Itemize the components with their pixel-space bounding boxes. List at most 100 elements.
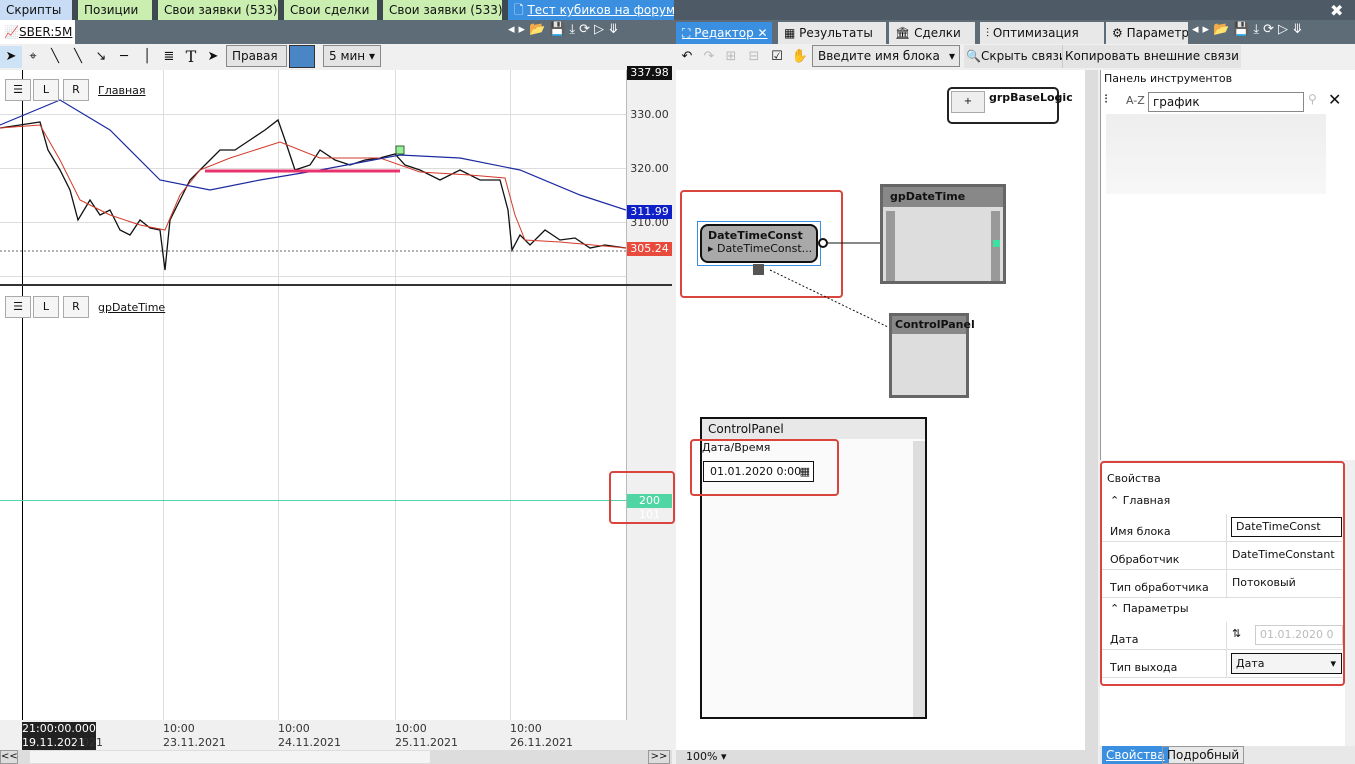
pane-title-main[interactable]: Главная	[98, 84, 146, 97]
expand-button[interactable]: +	[951, 91, 985, 113]
close-icon[interactable]: ✕	[758, 26, 768, 40]
prop-key: Дата	[1110, 633, 1139, 646]
value-line	[0, 500, 626, 501]
document-icon: 🗋	[514, 3, 528, 17]
left-axis-button[interactable]: L	[33, 296, 59, 318]
panel-connection	[769, 269, 889, 328]
time-tick: 10:00 26.11.2021	[510, 722, 573, 749]
right-axis-button[interactable]: R	[63, 296, 89, 318]
top-price-label: 337.98	[627, 66, 672, 80]
price-tick: 320.00	[630, 162, 669, 175]
prop-row: Обработчик DateTimeConstant	[1102, 542, 1342, 570]
properties-title: Свойства	[1107, 472, 1161, 485]
hand-icon[interactable]: ✋	[789, 46, 811, 68]
axis-side-select[interactable]: Правая ▾	[226, 45, 287, 83]
timeframe-select[interactable]: 5 мин ▾	[323, 45, 381, 67]
price-tick: 330.00	[630, 108, 669, 121]
search-icon[interactable]: ⚲	[1308, 92, 1317, 106]
scroll-end-button[interactable]: >>	[648, 750, 670, 764]
section-params[interactable]: ⌃ Параметры	[1110, 602, 1189, 615]
controlpanel-block[interactable]: ControlPanel	[889, 313, 975, 398]
panel-scrollbar[interactable]	[913, 441, 925, 717]
tab-details[interactable]: Подробный	[1162, 746, 1245, 764]
pointer-icon[interactable]: ➤	[0, 46, 22, 68]
text-icon[interactable]: T	[180, 46, 202, 68]
tab-parameters[interactable]: ⚙ Параметр	[1106, 22, 1188, 44]
crosshair-icon[interactable]: ⌖	[22, 46, 44, 68]
color-picker[interactable]	[289, 45, 315, 68]
hide-links-button[interactable]: 🔍Скрыть связи	[964, 45, 1069, 68]
tab-optimization[interactable]: ⫶ Оптимизация	[980, 22, 1104, 44]
block-title: ControlPanel	[892, 316, 975, 334]
scroll-start-button[interactable]: <<	[0, 750, 18, 764]
prop-row: Тип выхода Дата ▾	[1102, 650, 1342, 678]
left-axis-button[interactable]: L	[33, 79, 59, 101]
tools-icon[interactable]: ✖	[1330, 1, 1343, 20]
tab-label: Свои заявки (533)	[164, 3, 278, 17]
toolbox-search-input[interactable]: график	[1148, 92, 1304, 112]
blurred-results	[1106, 114, 1326, 194]
prop-key: Тип обработчика	[1110, 581, 1209, 594]
chart-tab-tools[interactable]: ◂▸📂💾⤓⟳▷⤋	[508, 22, 623, 37]
category-view-icon[interactable]: ⁝	[1104, 92, 1124, 112]
tab-my-trades[interactable]: Свои сделки	[284, 0, 383, 20]
line-icon[interactable]: ╲	[44, 46, 66, 68]
fibonacci-icon[interactable]: ≣	[158, 46, 180, 68]
canvas-vscroll[interactable]	[1085, 70, 1098, 750]
distribute-icon[interactable]: ⊟	[743, 46, 765, 68]
select-all-icon[interactable]: ➤	[202, 46, 224, 68]
group-block[interactable]: + grpBaseLogic	[947, 87, 1073, 124]
output-type-select[interactable]: Дата ▾	[1231, 653, 1342, 674]
editor-tab-tools[interactable]: ◂▸📂💾⤓⟳▷⤋	[1192, 22, 1307, 37]
scroll-thumb[interactable]	[30, 751, 430, 763]
align-icon[interactable]: ⊞	[720, 46, 742, 68]
prop-key: Обработчик	[1110, 553, 1180, 566]
ray-icon[interactable]: ╲	[67, 46, 89, 68]
redo-icon[interactable]: ↷	[698, 46, 720, 68]
tab-editor[interactable]: ⛶ Редактор ✕	[676, 22, 772, 44]
zoom-select[interactable]: 100% ▾	[676, 750, 1098, 764]
tab-results[interactable]: ▦ Результаты	[778, 22, 886, 44]
undo-icon[interactable]: ↶	[676, 46, 698, 68]
vertical-line-icon[interactable]: │	[136, 46, 158, 68]
list-icon[interactable]: ☰	[5, 79, 31, 101]
copy-links-button[interactable]: Копировать внешние связи	[1062, 45, 1241, 68]
tab-label: Позиции	[84, 3, 139, 17]
tab-my-orders[interactable]: Свои заявки (533)	[158, 0, 284, 20]
sliders-icon: ⫶	[986, 26, 993, 40]
tab-properties[interactable]: Свойства	[1102, 746, 1169, 764]
arrow-line-icon[interactable]: ↘	[90, 46, 112, 68]
tab-label: SBER:5M	[18, 25, 73, 39]
horizontal-line-icon[interactable]: ─	[113, 46, 135, 68]
clear-search-icon[interactable]: ✕	[1328, 90, 1341, 109]
tab-deals[interactable]: 🏛 Сделки	[889, 22, 975, 44]
tab-cube-test[interactable]: 🗋 Тест кубиков на форум*	[508, 0, 674, 20]
checklist-icon[interactable]: ☑	[766, 46, 788, 68]
pane-title-gpdatetime[interactable]: gpDateTime	[98, 301, 165, 314]
tab-positions[interactable]: Позиции	[78, 0, 158, 20]
price-series	[0, 118, 626, 271]
tab-my-orders-2[interactable]: Свои заявки (533)	[383, 0, 508, 20]
block-name-input[interactable]: Введите имя блока ▾	[812, 45, 960, 67]
tab-sber-5m[interactable]: 📈SBER:5M ✕	[0, 20, 75, 63]
output-port	[818, 238, 828, 248]
gpdatetime-block[interactable]: gpDateTime	[880, 184, 1006, 284]
select-value: 5 мин	[329, 49, 366, 63]
time-tick: 10:00 23.11.2021	[163, 722, 226, 749]
sort-az-button[interactable]: A-Z	[1126, 94, 1145, 107]
button-label: Скрыть связи	[980, 49, 1067, 63]
section-main[interactable]: ⌃ Главная	[1110, 494, 1170, 507]
block-name-field[interactable]: DateTimeConst	[1231, 517, 1342, 537]
tab-label: Редактор	[694, 26, 754, 40]
prop-value: Потоковый	[1226, 570, 1342, 597]
date-field[interactable]: 01.01.2020 0	[1255, 625, 1343, 645]
prop-row: Имя блока DateTimeConst	[1102, 514, 1342, 542]
right-axis-button[interactable]: R	[63, 79, 89, 101]
tab-label: Свои заявки (533)	[389, 3, 503, 17]
input-port[interactable]	[993, 240, 1000, 247]
tab-label: Параметр	[1126, 26, 1188, 40]
tab-scripts[interactable]: Скрипты	[0, 0, 78, 20]
list-icon[interactable]: ☰	[5, 296, 31, 318]
binding-icon[interactable]: ⇅	[1232, 627, 1241, 640]
tab-label: Сделки	[914, 26, 961, 40]
